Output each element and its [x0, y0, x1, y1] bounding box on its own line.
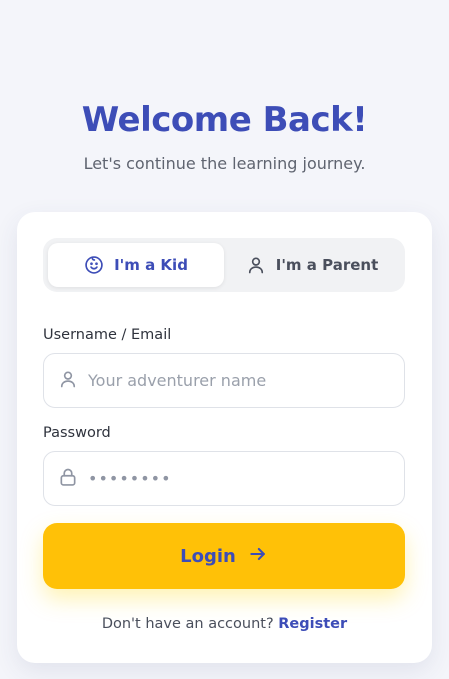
- login-button-label: Login: [180, 545, 236, 567]
- username-input[interactable]: [88, 371, 388, 390]
- password-label: Password: [43, 425, 111, 441]
- page-subtitle: Let's continue the learning journey.: [83, 154, 366, 173]
- login-page: Welcome Back! Let's continue the learnin…: [0, 0, 449, 679]
- parent-role-option[interactable]: I'm a Parent: [224, 243, 400, 287]
- login-card: I'm a Kid I'm a Parent Username / Email: [17, 212, 432, 663]
- login-button[interactable]: Login: [43, 523, 405, 589]
- kid-role-option[interactable]: I'm a Kid: [48, 243, 224, 287]
- page-title: Welcome Back!: [81, 100, 368, 140]
- arrow-right-icon: [248, 544, 268, 569]
- lock-icon: [58, 467, 78, 491]
- password-field[interactable]: ••••••••: [43, 451, 405, 506]
- parent-role-label: I'm a Parent: [275, 256, 379, 274]
- kid-role-label: I'm a Kid: [114, 256, 188, 274]
- password-input[interactable]: ••••••••: [88, 469, 172, 488]
- register-prompt-text: Don't have an account?: [101, 616, 274, 632]
- user-icon: [58, 369, 78, 393]
- register-prompt: Don't have an account? Register: [17, 616, 432, 632]
- user-icon: [246, 255, 266, 275]
- username-field[interactable]: [43, 353, 405, 408]
- register-link[interactable]: Register: [278, 616, 347, 632]
- username-label: Username / Email: [43, 327, 172, 343]
- smiley-face-icon: [84, 255, 104, 275]
- role-toggle: I'm a Kid I'm a Parent: [43, 238, 405, 292]
